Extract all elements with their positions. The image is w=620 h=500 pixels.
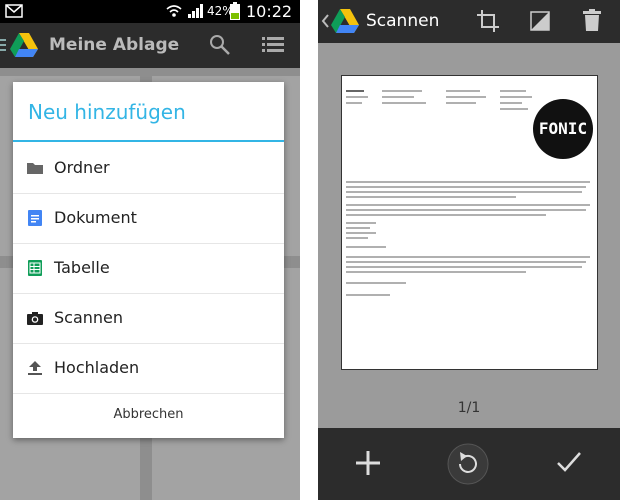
menu-item-label: Tabelle <box>54 258 110 277</box>
menu-item-scannen[interactable]: Scannen <box>13 293 284 344</box>
crop-icon[interactable] <box>477 10 499 32</box>
document-icon <box>28 210 42 226</box>
page-indicator: 1/1 <box>457 400 481 416</box>
menu-item-label: Ordner <box>54 158 110 177</box>
clock: 10:22 <box>246 2 293 21</box>
scan-preview-area: FONIC 1/1 <box>318 43 620 428</box>
back-chevron-icon[interactable] <box>321 14 329 28</box>
trash-icon[interactable] <box>583 9 601 31</box>
menu-item-label: Dokument <box>54 208 137 227</box>
action-bar: Scannen <box>318 0 620 43</box>
bottom-toolbar <box>318 428 620 500</box>
scanned-document[interactable]: FONIC <box>341 75 598 370</box>
menu-item-ordner[interactable]: Ordner <box>13 143 284 194</box>
upload-icon <box>28 361 42 375</box>
battery-icon <box>230 2 240 20</box>
rescan-icon[interactable] <box>446 442 490 486</box>
dialog-title-divider <box>13 140 284 142</box>
gmail-notification-icon <box>5 4 23 18</box>
drive-logo-icon <box>10 33 38 57</box>
dialog-title: Neu hinzufügen <box>28 100 186 124</box>
fonic-logo: FONIC <box>533 99 593 159</box>
menu-item-label: Hochladen <box>54 358 140 377</box>
drawer-indicator-icon[interactable] <box>0 37 8 53</box>
status-bar: 42% 10:22 <box>0 0 300 23</box>
signal-icon <box>188 4 203 18</box>
fonic-logo-text: FONIC <box>538 119 588 138</box>
right-phone-screen: Scannen FONIC 1/1 <box>318 0 620 500</box>
cancel-button-label: Abbrechen <box>113 407 184 422</box>
spreadsheet-icon <box>28 260 42 276</box>
confirm-check-icon[interactable] <box>556 450 582 474</box>
camera-icon <box>27 312 43 325</box>
folder-icon <box>27 163 43 174</box>
menu-item-dokument[interactable]: Dokument <box>13 193 284 244</box>
menu-item-tabelle[interactable]: Tabelle <box>13 243 284 294</box>
wifi-icon <box>166 5 182 17</box>
page-title: Meine Ablage <box>49 35 180 55</box>
menu-item-label: Scannen <box>54 308 124 327</box>
cancel-button[interactable]: Abbrechen <box>13 392 284 438</box>
search-icon[interactable] <box>209 34 231 56</box>
add-page-icon[interactable] <box>356 451 380 475</box>
list-view-icon[interactable] <box>262 35 284 55</box>
page-title: Scannen <box>366 11 440 31</box>
action-bar: Meine Ablage <box>0 23 300 68</box>
contrast-icon[interactable] <box>530 11 550 31</box>
menu-item-hochladen[interactable]: Hochladen <box>13 343 284 394</box>
drive-logo-icon[interactable] <box>331 9 359 33</box>
left-phone-screen: 42% 10:22 Meine Ablage Neu hinzufügen Or… <box>0 0 300 500</box>
add-new-dialog: Neu hinzufügen Ordner Dokument Tabelle S… <box>13 82 284 438</box>
